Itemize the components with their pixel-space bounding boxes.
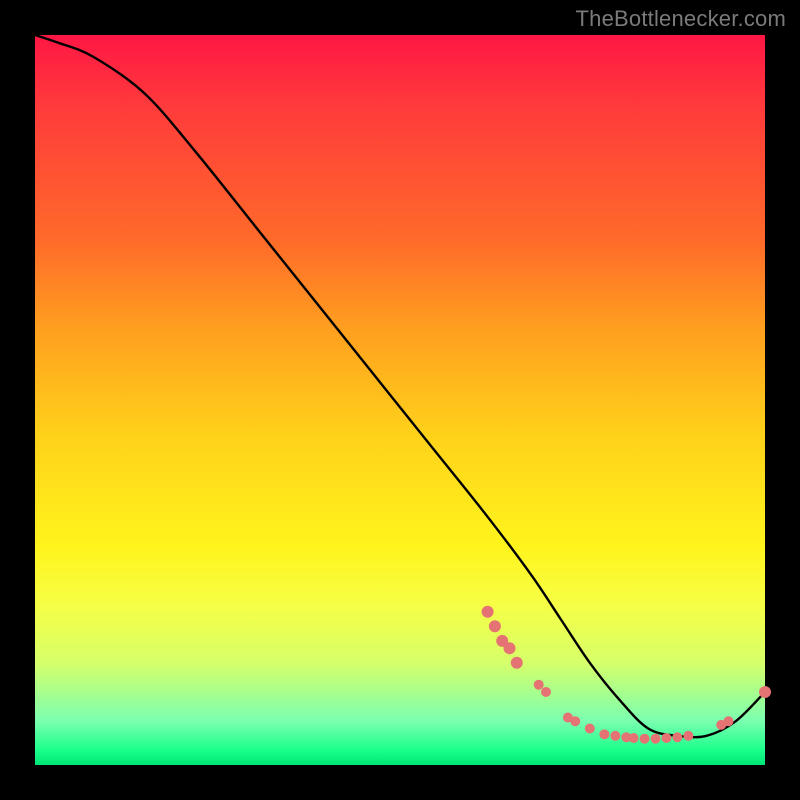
- marker-point: [640, 734, 650, 744]
- marker-point: [585, 724, 595, 734]
- marker-point: [629, 733, 639, 743]
- bottleneck-curve: [35, 35, 765, 737]
- marker-point: [724, 716, 734, 726]
- highlighted-points: [482, 606, 771, 744]
- chart-frame: TheBottlenecker.com: [0, 0, 800, 800]
- marker-point: [570, 716, 580, 726]
- marker-point: [599, 729, 609, 739]
- marker-point: [489, 620, 501, 632]
- marker-point: [651, 734, 661, 744]
- marker-point: [683, 731, 693, 741]
- marker-point: [672, 732, 682, 742]
- marker-point: [541, 687, 551, 697]
- plot-area: [35, 35, 765, 765]
- marker-point: [511, 657, 523, 669]
- marker-point: [661, 733, 671, 743]
- watermark-text: TheBottlenecker.com: [576, 6, 786, 32]
- curve-svg: [35, 35, 765, 765]
- marker-point: [534, 680, 544, 690]
- marker-point: [504, 642, 516, 654]
- marker-point: [759, 686, 771, 698]
- marker-point: [482, 606, 494, 618]
- marker-point: [610, 731, 620, 741]
